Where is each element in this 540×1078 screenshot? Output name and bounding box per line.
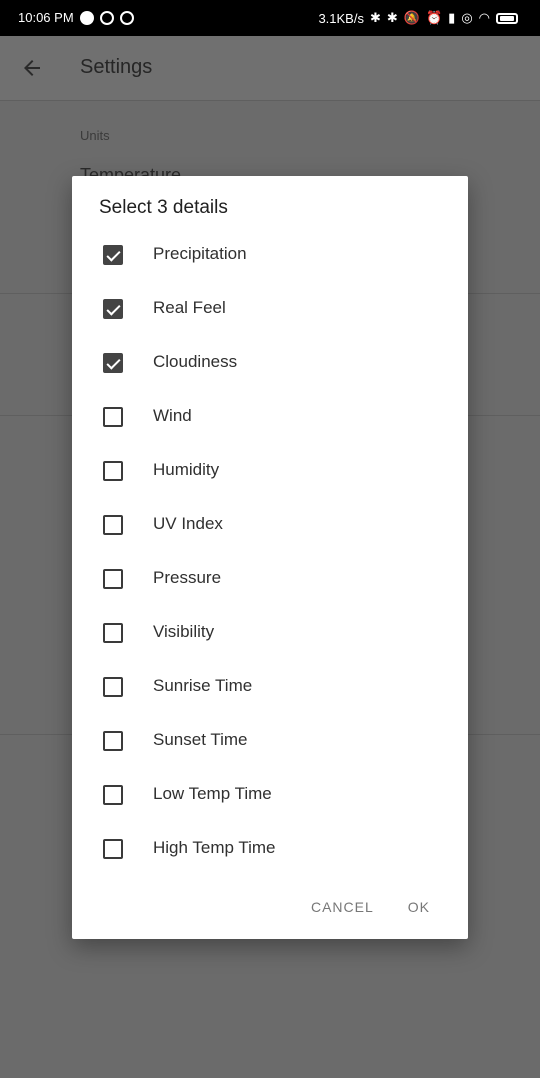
option-item[interactable]: Sunset Time <box>72 714 468 768</box>
arrow-left-icon[interactable] <box>20 56 44 85</box>
status-time: 10:06 PM <box>18 10 74 25</box>
checkbox[interactable] <box>103 299 123 319</box>
option-item[interactable]: Pressure <box>72 552 468 606</box>
checkbox[interactable] <box>103 245 123 265</box>
dialog-title: Select 3 details <box>99 197 228 218</box>
option-label: Sunset Time <box>153 730 248 749</box>
check-circle-icon <box>119 10 134 25</box>
status-bar: 10:06 PM 3.1KB/s ✱ ✱ 🔕 ⏰ ▮ ◎ ◠ <box>0 0 540 36</box>
option-label: Low Temp Time <box>153 784 272 803</box>
option-label: Wind <box>153 406 192 425</box>
option-item[interactable]: UV Index <box>72 498 468 552</box>
option-label: Sunrise Time <box>153 676 253 695</box>
option-item[interactable]: Humidity <box>72 444 468 498</box>
option-item[interactable]: High Temp Time <box>72 822 468 876</box>
option-item[interactable]: Visibility <box>72 606 468 660</box>
option-item[interactable]: Cloudiness <box>72 336 468 390</box>
option-label: High Temp Time <box>153 838 276 857</box>
option-label: Real Feel <box>153 298 226 317</box>
ok-button[interactable]: OK <box>408 899 430 915</box>
network-speed: 3.1KB/s <box>318 10 364 26</box>
checkbox[interactable] <box>103 677 123 697</box>
battery-icon <box>496 12 518 24</box>
cancel-button[interactable]: CANCEL <box>311 899 374 915</box>
section-header-units: Units <box>80 128 110 143</box>
option-label: Humidity <box>153 460 220 479</box>
bluetooth-audio-icon: ✱ <box>386 10 398 25</box>
option-label: Cloudiness <box>153 352 238 371</box>
page-title: Settings <box>80 56 153 78</box>
dialog-actions: CANCEL OK <box>311 899 430 915</box>
signal-icon: ▮ <box>448 10 456 25</box>
wifi-icon: ◠ <box>478 10 490 25</box>
hotspot-icon: ◎ <box>461 10 473 25</box>
checkbox[interactable] <box>103 839 123 859</box>
option-item[interactable]: Wind <box>72 390 468 444</box>
option-label: Pressure <box>153 568 222 587</box>
select-details-dialog: Select 3 details Precipitation Real Feel C… <box>72 176 468 939</box>
mute-icon: 🔕 <box>403 10 420 25</box>
whatsapp-icon <box>99 10 114 25</box>
spotify-icon <box>79 10 94 25</box>
checkbox[interactable] <box>103 515 123 535</box>
option-label: Visibility <box>153 622 215 641</box>
option-item[interactable]: Sunrise Time <box>72 660 468 714</box>
option-label: Precipitation <box>153 244 247 263</box>
checkbox[interactable] <box>103 407 123 427</box>
app-bar: Settings <box>0 36 540 101</box>
checkbox[interactable] <box>103 731 123 751</box>
option-label: UV Index <box>153 514 223 533</box>
checkbox[interactable] <box>103 461 123 481</box>
option-item[interactable]: Low Temp Time <box>72 768 468 822</box>
checkbox[interactable] <box>103 623 123 643</box>
checkbox[interactable] <box>103 569 123 589</box>
bluetooth-icon: ✱ <box>369 10 381 25</box>
option-item[interactable]: Real Feel <box>72 282 468 336</box>
options-list: Precipitation Real Feel Cloudiness Wind Humi… <box>72 228 468 876</box>
checkbox[interactable] <box>103 785 123 805</box>
alarm-icon: ⏰ <box>425 10 443 25</box>
checkbox[interactable] <box>103 353 123 373</box>
option-item[interactable]: Precipitation <box>72 228 468 282</box>
